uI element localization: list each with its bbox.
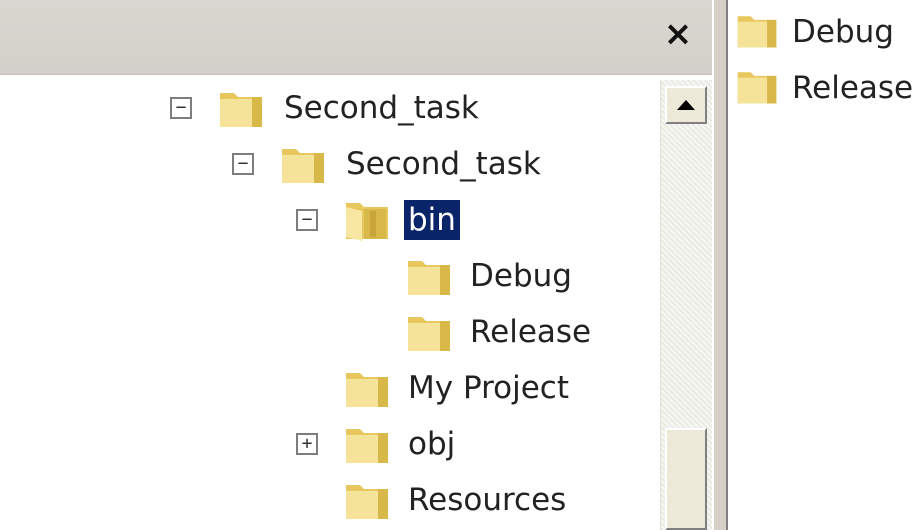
tree-item-resources[interactable]: Resources <box>0 472 620 528</box>
folder-icon <box>734 64 780 108</box>
pane-splitter[interactable] <box>712 0 728 530</box>
folder-icon <box>404 309 454 355</box>
tree-item-label: Second_task <box>346 146 541 182</box>
folder-icon <box>734 8 780 52</box>
folder-icon <box>342 477 392 523</box>
tree-item-release[interactable]: Release <box>0 304 620 360</box>
list-item-release[interactable]: Release <box>734 62 918 112</box>
tree-item-my-project[interactable]: My Project <box>0 360 620 416</box>
tree-item-bin[interactable]: − bin <box>0 192 520 248</box>
tree-item-label: My Project <box>408 370 570 406</box>
expand-icon[interactable]: + <box>296 433 318 455</box>
tree-item-second-task-project[interactable]: − Second_task <box>0 136 580 192</box>
tree-item-label: Debug <box>470 258 572 294</box>
list-item-label: Release <box>792 70 914 106</box>
close-button[interactable]: × <box>656 12 700 56</box>
folder-icon <box>342 365 392 411</box>
tree-item-label: obj <box>408 426 456 462</box>
collapse-icon[interactable]: − <box>296 209 318 231</box>
folder-tree: − Second_task − Second_task − bin Debug … <box>0 80 660 530</box>
pane-header: × <box>0 0 712 75</box>
arrow-up-icon <box>677 100 695 110</box>
folder-icon <box>342 421 392 467</box>
list-item-label: Debug <box>792 14 894 50</box>
tree-item-second-task[interactable]: − Second_task <box>0 80 520 136</box>
list-item-debug[interactable]: Debug <box>734 6 918 56</box>
scroll-up-button[interactable] <box>665 86 707 124</box>
folder-contents-pane: Debug Release <box>728 0 918 530</box>
folder-icon <box>278 141 328 187</box>
tree-item-obj[interactable]: + obj <box>0 416 520 472</box>
folder-icon <box>404 253 454 299</box>
close-icon: × <box>663 14 693 54</box>
tree-item-debug[interactable]: Debug <box>0 248 600 304</box>
tree-item-label: Release <box>470 314 592 350</box>
collapse-icon[interactable]: − <box>232 153 254 175</box>
vertical-scrollbar[interactable] <box>660 80 712 530</box>
collapse-icon[interactable]: − <box>170 97 192 119</box>
tree-item-label: Second_task <box>284 90 479 126</box>
folder-tree-pane: × − Second_task − Second_task − bin Debu… <box>0 0 712 530</box>
tree-item-label: Resources <box>408 482 567 518</box>
folder-icon <box>216 85 266 131</box>
tree-item-label: bin <box>404 200 460 240</box>
scroll-thumb[interactable] <box>665 428 707 530</box>
folder-open-icon <box>342 197 392 243</box>
